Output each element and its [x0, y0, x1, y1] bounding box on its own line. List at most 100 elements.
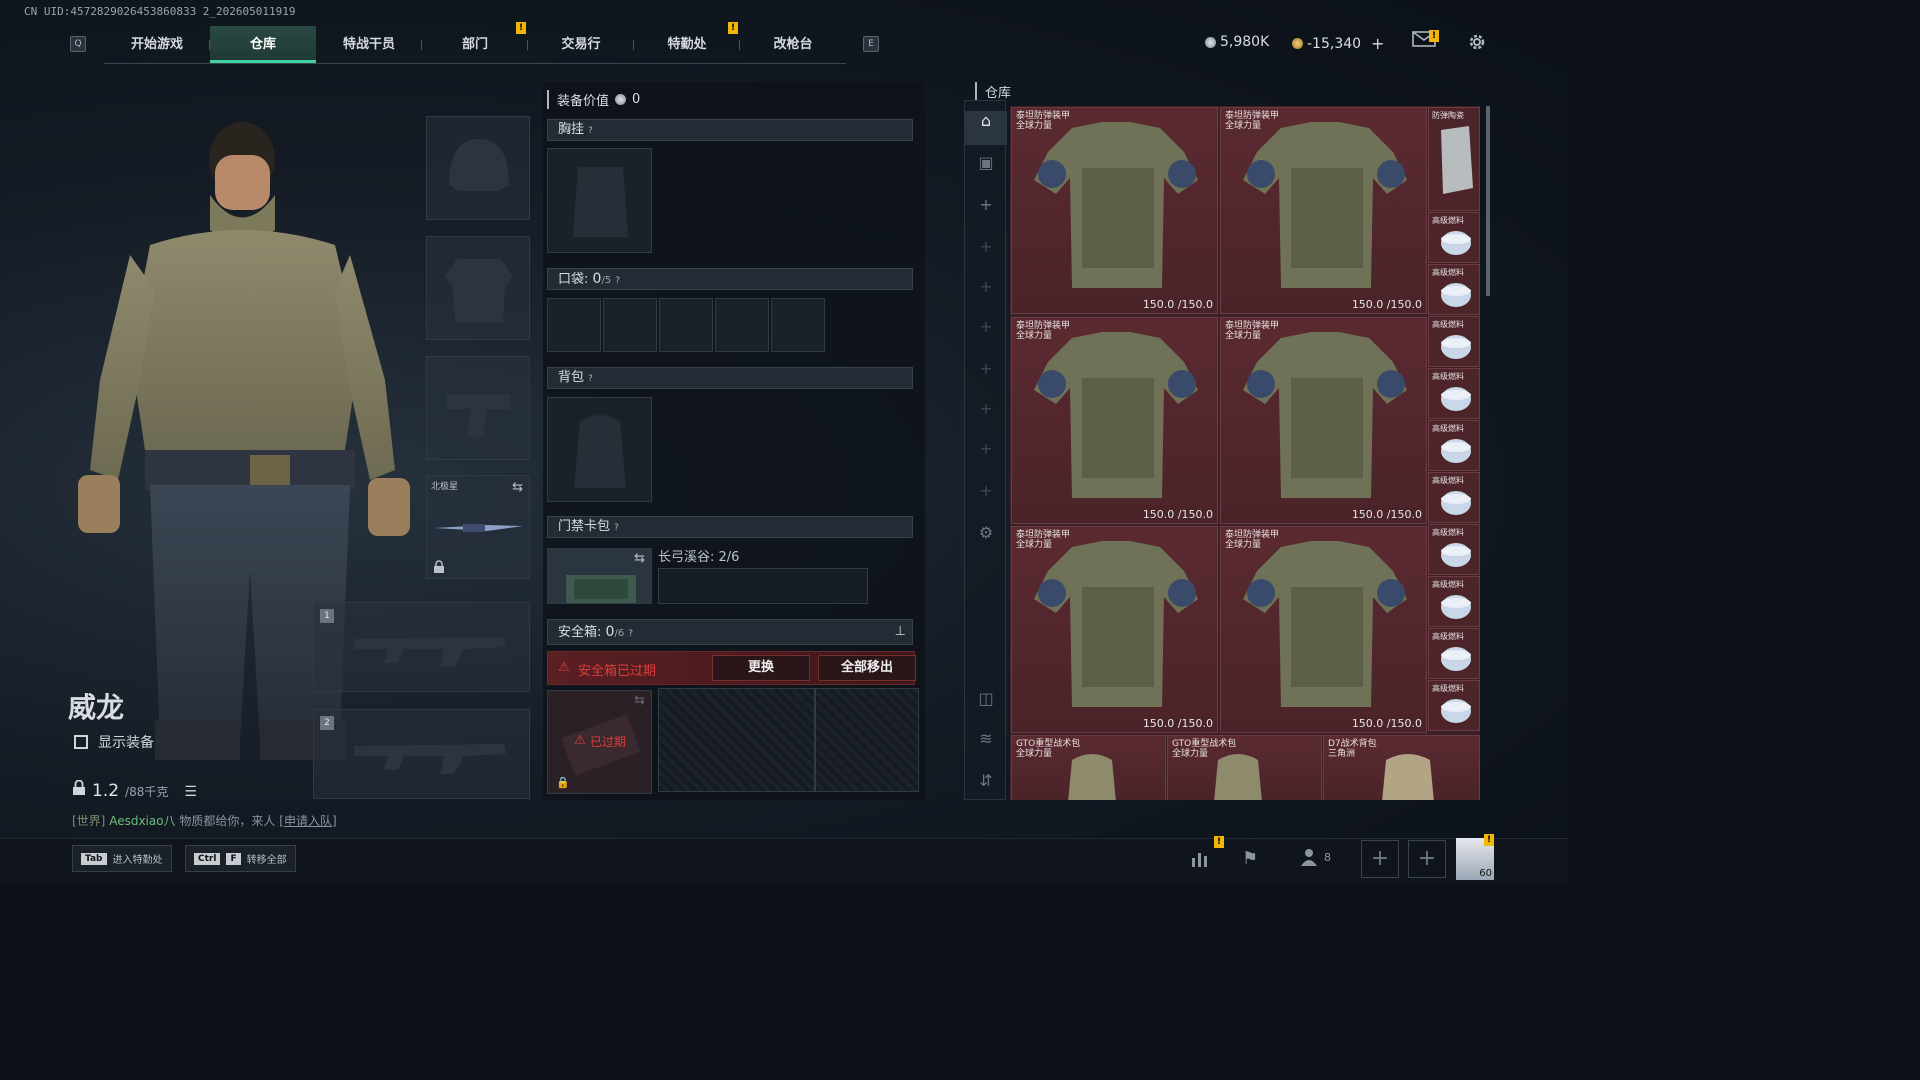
add-teammate-button[interactable]: +: [1408, 840, 1446, 878]
show-gear-toggle[interactable]: 显示装备: [74, 732, 154, 752]
armor-item[interactable]: 泰坦防弹装甲 全球力量 150.0 /150.0: [1011, 107, 1218, 314]
alert-badge: !: [728, 22, 738, 34]
help-icon[interactable]: ?: [628, 629, 633, 639]
transfer-all-hint[interactable]: Ctrl F 转移全部: [185, 845, 296, 872]
backpack-item[interactable]: GTO重型战术包 全球力量: [1167, 735, 1322, 800]
pistol-slot[interactable]: [426, 356, 530, 460]
backpack-item[interactable]: GTO重型战术包 全球力量: [1011, 735, 1166, 800]
swap-icon[interactable]: ⇆: [634, 693, 645, 708]
add-currency-button[interactable]: +: [1371, 34, 1384, 53]
fuel-item[interactable]: 高级燃料: [1428, 264, 1480, 315]
chest-rig-slot[interactable]: [547, 148, 652, 253]
tab-warehouse[interactable]: 仓库: [210, 26, 316, 63]
melee-slot[interactable]: 北极星 ⇆: [426, 475, 530, 579]
sort-icon[interactable]: ⇵: [965, 771, 1007, 790]
safebox-slot[interactable]: ⇆ ⚠ 已过期 🔒: [547, 690, 652, 794]
operator-name: 威龙: [68, 691, 125, 724]
ceramic-plate-item[interactable]: 防弹陶瓷: [1428, 107, 1480, 211]
add-tab-icon[interactable]: +: [965, 277, 1007, 296]
pocket-slot[interactable]: [715, 298, 769, 352]
pocket-slot[interactable]: [547, 298, 601, 352]
add-tab-icon[interactable]: +: [965, 439, 1007, 458]
fuel-item[interactable]: 高级燃料: [1428, 212, 1480, 263]
game-screen: CN UID:4572829026453860833 2_20260501191…: [0, 0, 1568, 882]
armor-item[interactable]: 泰坦防弹装甲 全球力量 150.0 /150.0: [1011, 526, 1218, 733]
backpack-header: 背包?: [547, 367, 913, 389]
backpack-item[interactable]: D7战术背包 三角洲: [1323, 735, 1480, 800]
friends-icon[interactable]: 8: [1300, 848, 1331, 866]
tab-operators[interactable]: 特战干员: [316, 26, 422, 63]
fuel-item[interactable]: 高级燃料: [1428, 420, 1480, 471]
image-icon[interactable]: ▣: [965, 153, 1007, 172]
armor-item[interactable]: 泰坦防弹装甲 全球力量 150.0 /150.0: [1220, 317, 1427, 524]
item-name: 高级燃料: [1432, 580, 1464, 589]
add-tab-icon[interactable]: +: [965, 359, 1007, 378]
primary-weapon-slot-2[interactable]: 2: [313, 709, 530, 799]
fuel-item[interactable]: 高级燃料: [1428, 472, 1480, 523]
armor-item[interactable]: 泰坦防弹装甲 全球力量 150.0 /150.0: [1220, 526, 1427, 733]
armor-slot[interactable]: [426, 236, 530, 340]
tab-special-ops[interactable]: 特勤处: [634, 26, 740, 63]
fuel-item[interactable]: 高级燃料: [1428, 368, 1480, 419]
join-team-link[interactable]: [申请入队]: [279, 814, 336, 828]
chat-sender[interactable]: Aesdxiao八: [109, 814, 175, 828]
armor-item[interactable]: 泰坦防弹装甲 全球力量 150.0 /150.0: [1011, 317, 1218, 524]
flag-icon[interactable]: ⚑: [1242, 848, 1258, 869]
keycard-slots[interactable]: [658, 568, 868, 604]
warehouse-scrollbar[interactable]: [1486, 106, 1490, 296]
pocket-slot[interactable]: [659, 298, 713, 352]
gold-amount: -15,340: [1307, 35, 1362, 52]
safebox-grid[interactable]: [658, 688, 815, 792]
remove-all-button[interactable]: 全部移出: [818, 655, 916, 681]
replace-button[interactable]: 更换: [712, 655, 810, 681]
fuel-item[interactable]: 高级燃料: [1428, 316, 1480, 367]
pocket-slot[interactable]: [771, 298, 825, 352]
swap-icon[interactable]: ⇆: [634, 551, 645, 566]
item-brand: 全球力量: [1225, 121, 1262, 131]
pin-icon[interactable]: ⊥: [895, 620, 906, 644]
pocket-slot[interactable]: [603, 298, 657, 352]
photo-icon[interactable]: ◫: [965, 689, 1007, 708]
primary-weapon-slot-1[interactable]: 1: [313, 602, 530, 692]
add-tab-icon[interactable]: +: [965, 237, 1007, 256]
tab-trading[interactable]: 交易行: [528, 26, 634, 63]
swap-icon[interactable]: ⇆: [512, 480, 523, 495]
help-icon[interactable]: ?: [588, 126, 593, 136]
fuel-item[interactable]: 高级燃料: [1428, 576, 1480, 627]
keycard-case-slot[interactable]: ⇆: [547, 548, 652, 604]
fuel-item[interactable]: 高级燃料: [1428, 524, 1480, 575]
stats-chart-icon[interactable]: [1190, 848, 1212, 873]
friends-count: 8: [1324, 850, 1331, 864]
tab-gunsmith[interactable]: 改枪台: [740, 26, 846, 63]
helmet-slot[interactable]: [426, 116, 530, 220]
enter-special-ops-hint[interactable]: Tab 进入特勤处: [72, 845, 172, 872]
armor-item[interactable]: 泰坦防弹装甲 全球力量 150.0 /150.0: [1220, 107, 1427, 314]
show-gear-checkbox[interactable]: [74, 735, 88, 749]
add-tab-icon[interactable]: +: [965, 195, 1007, 214]
safebox-grid[interactable]: [815, 688, 919, 792]
list-icon[interactable]: ☰: [184, 784, 197, 800]
tab-start-game[interactable]: 开始游戏: [104, 26, 210, 63]
settings-gear-icon[interactable]: ⚙: [965, 523, 1007, 542]
help-icon[interactable]: ?: [614, 523, 619, 533]
item-name: 泰坦防弹装甲 全球力量: [1225, 321, 1279, 341]
uid-text: CN UID:4572829026453860833 2_20260501191…: [24, 5, 296, 18]
help-icon[interactable]: ?: [615, 276, 620, 286]
add-tab-icon[interactable]: +: [965, 481, 1007, 500]
fuel-item[interactable]: 高级燃料: [1428, 680, 1480, 731]
add-teammate-button[interactable]: +: [1361, 840, 1399, 878]
add-tab-icon[interactable]: +: [965, 399, 1007, 418]
item-brand: 全球力量: [1225, 331, 1262, 341]
chat-channel: [世界]: [72, 814, 106, 828]
layers-icon[interactable]: ≋: [965, 729, 1007, 748]
key-f: F: [226, 852, 241, 865]
add-tab-icon[interactable]: +: [965, 317, 1007, 336]
settings-gear-icon[interactable]: [1466, 31, 1488, 57]
tab-department[interactable]: 部门: [422, 26, 528, 63]
fuel-item[interactable]: 高级燃料: [1428, 628, 1480, 679]
help-icon[interactable]: ?: [588, 374, 593, 384]
warehouse-home-icon[interactable]: ⌂: [965, 111, 1007, 145]
tab-label: 特战干员: [342, 37, 395, 52]
backpack-icon: [574, 415, 626, 488]
backpack-slot[interactable]: [547, 397, 652, 502]
